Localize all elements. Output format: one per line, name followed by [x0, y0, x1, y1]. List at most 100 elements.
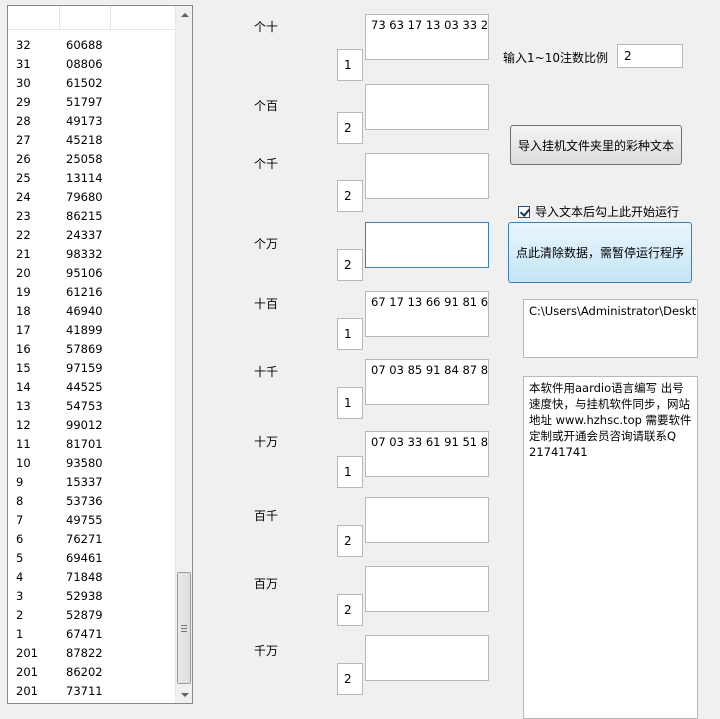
- list-item-number: 24337: [66, 227, 103, 242]
- scroll-down-icon[interactable]: [176, 686, 193, 703]
- list-item[interactable]: 2 52879: [8, 605, 176, 624]
- list-header: [8, 6, 176, 30]
- list-item-number: 60688: [66, 37, 103, 52]
- list-item[interactable]: 4 71848: [8, 567, 176, 586]
- list-item-number: 86202: [66, 664, 103, 679]
- group-count-shi-qian[interactable]: 1: [337, 387, 363, 419]
- group-count-ge-shi[interactable]: 1: [337, 49, 363, 81]
- list-item[interactable]: 7 49755: [8, 510, 176, 529]
- auto-run-checkbox[interactable]: 导入文本后勾上此开始运行: [518, 203, 679, 220]
- list-item[interactable]: 27 45218: [8, 130, 176, 149]
- list-item[interactable]: 10 93580: [8, 453, 176, 472]
- list-item[interactable]: 6 76271: [8, 529, 176, 548]
- list-item-number: 73711: [66, 683, 103, 698]
- checkbox-checked-icon[interactable]: [518, 205, 530, 218]
- list-item-number: 61502: [66, 75, 103, 90]
- list-item-number: 93580: [66, 455, 103, 470]
- list-item-index: 30: [16, 75, 31, 90]
- list-item-index: 9: [16, 474, 24, 489]
- group-text-bai-qian[interactable]: [365, 497, 489, 543]
- list-item[interactable]: 25 13114: [8, 168, 176, 187]
- group-label-shi-qian: 十千: [254, 365, 279, 379]
- list-item-index: 20: [16, 265, 31, 280]
- group-count-bai-qian[interactable]: 2: [337, 525, 363, 557]
- grip-icon: [181, 624, 187, 632]
- list-scrollbar[interactable]: [175, 6, 192, 703]
- list-item[interactable]: 21 98332: [8, 244, 176, 263]
- import-lottery-text-button[interactable]: 导入挂机文件夹里的彩种文本: [510, 125, 682, 165]
- list-item[interactable]: 20 95106: [8, 263, 176, 282]
- list-item-index: 4: [16, 569, 24, 584]
- group-count-shi-wan[interactable]: 1: [337, 456, 363, 488]
- list-item[interactable]: 14 44525: [8, 377, 176, 396]
- list-item-number: 61216: [66, 284, 103, 299]
- group-count-ge-qian[interactable]: 2: [337, 180, 363, 212]
- list-item[interactable]: 201 87822: [8, 643, 176, 662]
- list-item-index: 26: [16, 151, 31, 166]
- list-item[interactable]: 22 24337: [8, 225, 176, 244]
- list-item[interactable]: 3 52938: [8, 586, 176, 605]
- list-item[interactable]: 201 86202: [8, 662, 176, 681]
- number-list[interactable]: 32 60688 31 08806 30 61502 29 51797 28 49173 27 452…: [7, 5, 193, 704]
- list-item[interactable]: 11 81701: [8, 434, 176, 453]
- list-item-number: 53736: [66, 493, 103, 508]
- list-item-index: 3: [16, 588, 24, 603]
- list-item-index: 19: [16, 284, 31, 299]
- group-count-bai-wan[interactable]: 2: [337, 594, 363, 626]
- group-text-shi-bai[interactable]: 67 17 13 66 91 81 63 61: [365, 291, 489, 337]
- group-text-ge-wan[interactable]: [365, 222, 489, 268]
- ratio-input[interactable]: 2: [617, 44, 683, 68]
- clear-data-button[interactable]: 点此清除数据，需暂停运行程序: [508, 222, 692, 283]
- list-item[interactable]: 18 46940: [8, 301, 176, 320]
- list-item[interactable]: 32 60688: [8, 35, 176, 54]
- list-item[interactable]: 9 15337: [8, 472, 176, 491]
- group-text-shi-wan[interactable]: 07 03 33 61 91 51 81 41: [365, 431, 489, 477]
- list-item[interactable]: 15 97159: [8, 358, 176, 377]
- list-item[interactable]: 17 41899: [8, 320, 176, 339]
- group-text-bai-wan[interactable]: [365, 566, 489, 612]
- scroll-up-icon[interactable]: [176, 6, 193, 23]
- list-item[interactable]: 26 25058: [8, 149, 176, 168]
- list-item-number: 57869: [66, 341, 103, 356]
- file-path-field[interactable]: C:\Users\Administrator\Desktop: [523, 299, 698, 358]
- list-item[interactable]: 29 51797: [8, 92, 176, 111]
- list-item[interactable]: 12 99012: [8, 415, 176, 434]
- list-item-number: 15337: [66, 474, 103, 489]
- list-item[interactable]: 31 08806: [8, 54, 176, 73]
- group-count-ge-bai[interactable]: 2: [337, 112, 363, 144]
- scroll-thumb[interactable]: [177, 572, 191, 684]
- list-item-number: 52938: [66, 588, 103, 603]
- list-item[interactable]: 201 73711: [8, 681, 176, 700]
- group-label-qian-wan: 千万: [254, 644, 279, 658]
- list-item-index: 14: [16, 379, 31, 394]
- list-item[interactable]: 13 54753: [8, 396, 176, 415]
- list-item[interactable]: 1 67471: [8, 624, 176, 643]
- group-count-shi-bai[interactable]: 1: [337, 318, 363, 350]
- group-label-ge-bai: 个百: [254, 99, 279, 113]
- group-text-ge-shi[interactable]: 73 63 17 13 03 33 23 93: [365, 14, 489, 60]
- column-header-number[interactable]: [60, 6, 111, 30]
- list-item[interactable]: 30 61502: [8, 73, 176, 92]
- list-item-number: 46940: [66, 303, 103, 318]
- group-text-shi-qian[interactable]: 07 03 85 91 84 87 86 06: [365, 359, 489, 405]
- group-count-qian-wan[interactable]: 2: [337, 663, 363, 695]
- list-item[interactable]: 8 53736: [8, 491, 176, 510]
- group-label-ge-wan: 个万: [254, 237, 279, 251]
- list-item-index: 21: [16, 246, 31, 261]
- group-text-ge-bai[interactable]: [365, 84, 489, 130]
- list-item-index: 17: [16, 322, 31, 337]
- list-item-index: 8: [16, 493, 24, 508]
- list-item-number: 41899: [66, 322, 103, 337]
- list-item[interactable]: 16 57869: [8, 339, 176, 358]
- group-text-qian-wan[interactable]: [365, 635, 489, 681]
- list-item-index: 27: [16, 132, 31, 147]
- list-item[interactable]: 24 79680: [8, 187, 176, 206]
- column-header-index[interactable]: [8, 6, 60, 30]
- info-text-area[interactable]: 本软件用aardio语言编写 出号速度快，与挂机软件同步，网站地址 www.hz…: [523, 376, 698, 719]
- group-text-ge-qian[interactable]: [365, 153, 489, 199]
- list-item[interactable]: 23 86215: [8, 206, 176, 225]
- list-item[interactable]: 28 49173: [8, 111, 176, 130]
- list-item[interactable]: 5 69461: [8, 548, 176, 567]
- group-count-ge-wan[interactable]: 2: [337, 249, 363, 281]
- list-item[interactable]: 19 61216: [8, 282, 176, 301]
